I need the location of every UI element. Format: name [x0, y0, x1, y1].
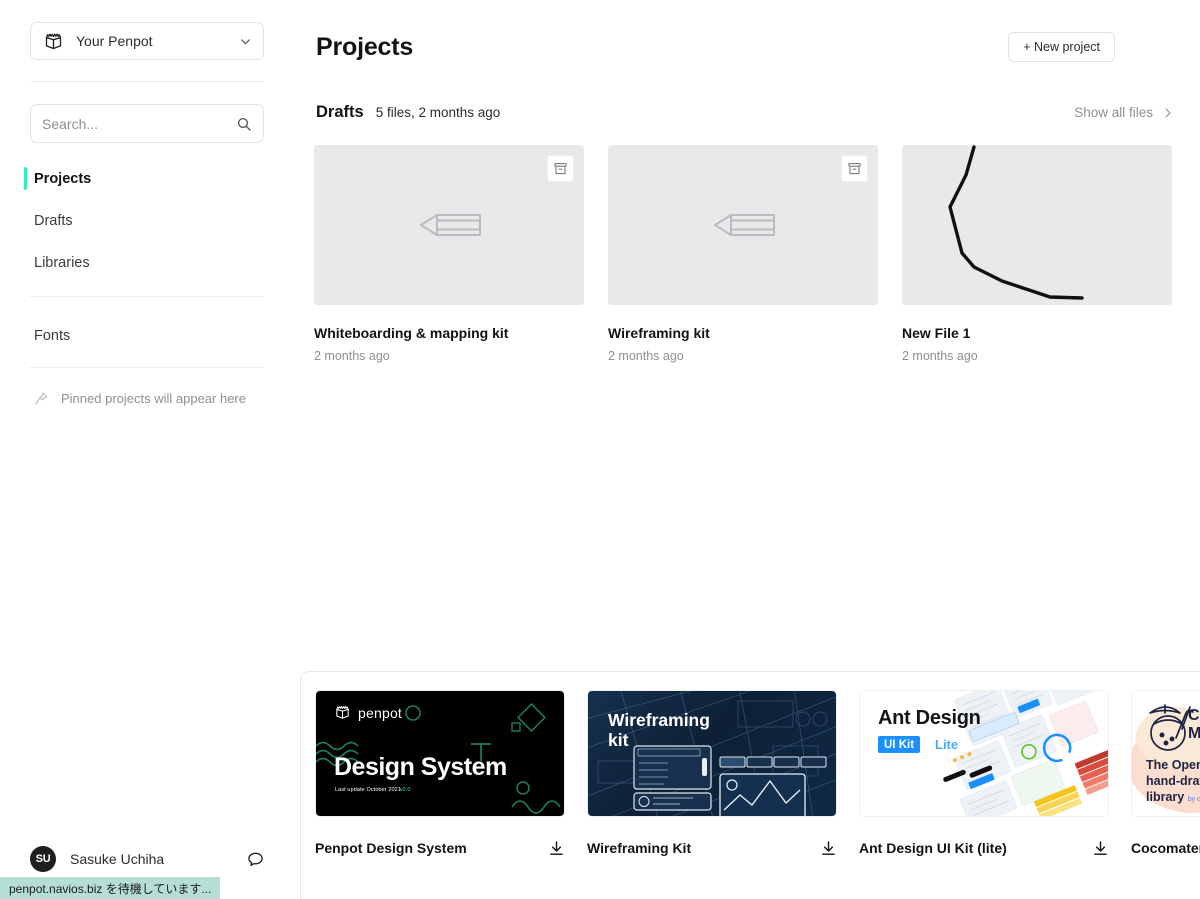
template-name: Ant Design UI Kit (lite) — [859, 840, 1007, 856]
template-art-heading: CocoMaterial — [1188, 707, 1200, 743]
file-card[interactable]: New File 1 2 months ago — [902, 145, 1172, 363]
template-thumbnail[interactable]: CocoMaterial The Open sourcehand-drawn v… — [1131, 690, 1200, 817]
sidebar-item-label: Fonts — [34, 328, 71, 344]
pinned-projects-text: Pinned projects will appear here — [61, 391, 246, 406]
chevron-right-icon — [1162, 107, 1174, 119]
hand-drawn-curve — [948, 145, 1084, 300]
templates-carousel: penpot Design System Last update October… — [300, 671, 1200, 899]
sidebar-item-projects[interactable]: Projects — [0, 158, 295, 200]
templates-track: penpot Design System Last update October… — [315, 690, 1200, 857]
project-meta: 5 files, 2 months ago — [375, 105, 501, 120]
penpot-dashboard: Your Penpot Projects Drafts Libraries — [0, 0, 1200, 899]
file-date: 2 months ago — [608, 349, 684, 363]
libraries-templates-panel: Libraries & Templates — [300, 671, 1200, 899]
file-card[interactable]: Wireframing kit 2 months ago — [608, 145, 878, 363]
sidebar-item-drafts[interactable]: Drafts — [0, 200, 295, 242]
template-thumbnail[interactable]: Wireframing kit — [587, 690, 837, 817]
sidebar-item-label: Drafts — [34, 213, 73, 229]
penpot-logo: penpot — [334, 704, 402, 721]
download-icon[interactable] — [819, 839, 837, 857]
browser-status-bar: penpot.navios.biz を待機しています... — [0, 877, 221, 899]
user-name: Sasuke Uchiha — [70, 851, 165, 867]
file-title: Whiteboarding & mapping kit — [314, 325, 509, 341]
template-art-badge: UI Kit — [878, 736, 921, 753]
file-thumbnail[interactable] — [314, 145, 584, 305]
file-thumbnail[interactable] — [902, 145, 1172, 305]
sidebar-item-label: Projects — [34, 171, 92, 187]
team-selector[interactable]: Your Penpot — [30, 22, 264, 60]
show-all-files-link[interactable]: Show all files — [1074, 105, 1174, 120]
template-card[interactable]: CocoMaterial The Open sourcehand-drawn v… — [1131, 690, 1200, 857]
search-box[interactable] — [30, 104, 264, 143]
new-project-button[interactable]: + New project — [1008, 32, 1115, 62]
template-art-tag: Lite — [935, 737, 959, 752]
template-card[interactable]: Ant Design UI Kit Lite Ant Design UI Kit… — [859, 690, 1109, 857]
template-art-by: by ophelia — [1187, 796, 1200, 803]
comment-icon[interactable] — [245, 849, 265, 869]
file-title: Wireframing kit — [608, 325, 710, 341]
chevron-down-icon — [238, 34, 252, 48]
template-art-subtitle: Last update October 2021 — [335, 787, 402, 793]
template-card[interactable]: Wireframing kit Wireframing Kit — [587, 690, 837, 857]
template-card[interactable]: penpot Design System Last update October… — [315, 690, 565, 857]
archive-icon[interactable] — [841, 155, 868, 182]
pin-icon — [34, 391, 49, 406]
archive-icon[interactable] — [547, 155, 574, 182]
file-date: 2 months ago — [902, 349, 978, 363]
file-card-grid: Whiteboarding & mapping kit 2 months ago — [314, 145, 1172, 363]
template-thumbnail[interactable]: Ant Design UI Kit Lite — [859, 690, 1109, 817]
team-name: Your Penpot — [76, 33, 153, 49]
sidebar-divider-middle — [30, 296, 264, 297]
penpot-box-icon — [42, 30, 64, 52]
file-date: 2 months ago — [314, 349, 390, 363]
template-art-description: The Open sourcehand-drawn vectorlibrary … — [1146, 757, 1200, 805]
sidebar-divider-top — [30, 81, 264, 82]
sidebar-divider-bottom — [30, 367, 264, 368]
project-header-row: Drafts 5 files, 2 months ago Show all fi… — [316, 103, 1174, 127]
sidebar-item-label: Libraries — [34, 255, 90, 271]
penpot-wordmark: penpot — [358, 704, 403, 721]
file-card[interactable]: Whiteboarding & mapping kit 2 months ago — [314, 145, 584, 363]
pencil-placeholder-icon — [709, 212, 777, 238]
file-thumbnail[interactable] — [608, 145, 878, 305]
template-art-version: v2.0 — [400, 787, 411, 793]
download-icon[interactable] — [547, 839, 565, 857]
sidebar-item-fonts[interactable]: Fonts — [0, 316, 295, 356]
show-all-files-label: Show all files — [1074, 105, 1153, 120]
main-content: Projects + New project Drafts 5 files, 2… — [295, 0, 1200, 899]
template-art-heading: Design System — [334, 753, 507, 781]
search-icon[interactable] — [235, 115, 252, 132]
template-name: Wireframing Kit — [587, 840, 692, 856]
search-input[interactable] — [42, 115, 235, 132]
avatar[interactable]: SU — [30, 846, 56, 872]
pencil-placeholder-icon — [415, 212, 483, 238]
template-art-heading: Ant Design — [878, 707, 981, 729]
download-icon[interactable] — [1091, 839, 1109, 857]
template-thumbnail[interactable]: penpot Design System Last update October… — [315, 690, 565, 817]
template-name: Penpot Design System — [315, 840, 467, 856]
sidebar-item-libraries[interactable]: Libraries — [0, 242, 295, 284]
user-bar: SU Sasuke Uchiha — [0, 841, 295, 877]
page-title: Projects — [316, 33, 414, 61]
sidebar: Your Penpot Projects Drafts Libraries — [0, 0, 295, 899]
sidebar-nav: Projects Drafts Libraries — [0, 158, 295, 284]
pinned-projects-empty: Pinned projects will appear here — [34, 391, 246, 406]
template-name: Cocomaterial — [1131, 840, 1200, 856]
file-title: New File 1 — [902, 325, 971, 341]
project-name: Drafts — [316, 103, 364, 121]
